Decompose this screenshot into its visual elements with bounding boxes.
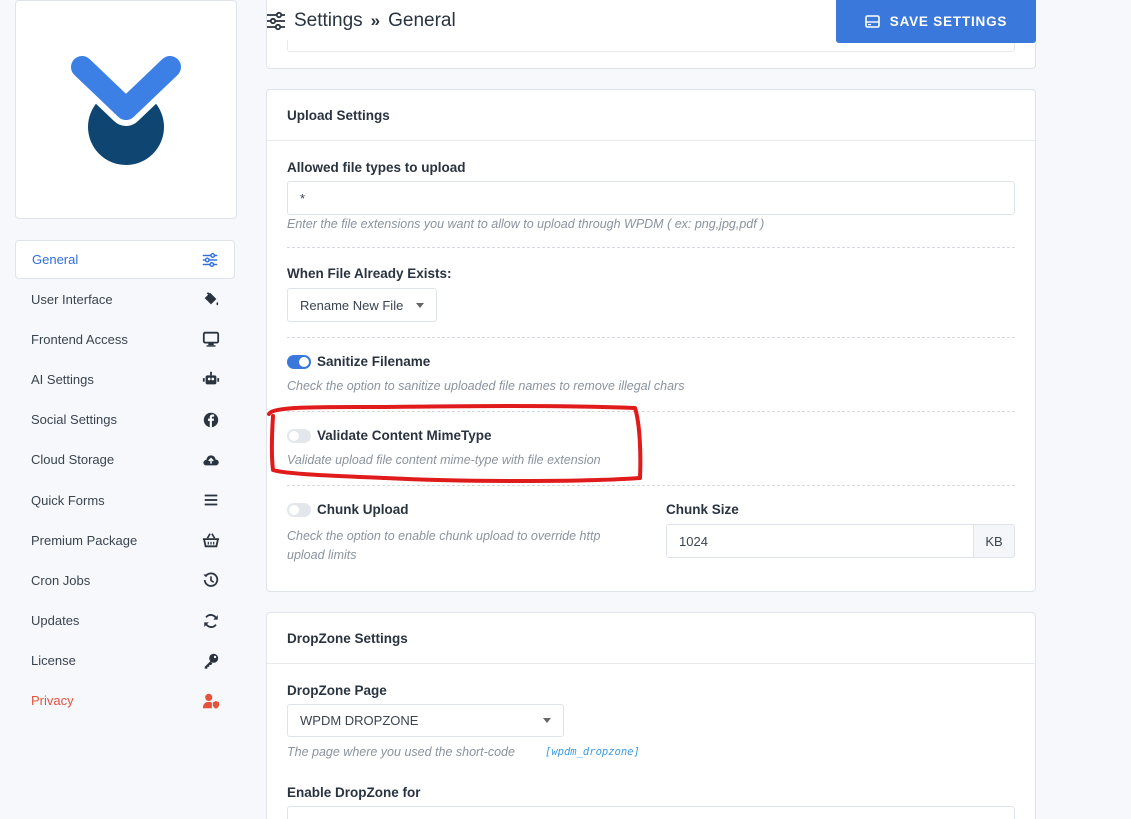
- sidebar-item-cloud-storage[interactable]: Cloud Storage: [15, 440, 235, 480]
- dropzone-settings-card: DropZone Settings DropZone Page WPDM DRO…: [266, 612, 1036, 819]
- breadcrumb-current: General: [388, 10, 456, 31]
- sidebar-item-privacy[interactable]: Privacy: [15, 681, 235, 721]
- dropzone-settings-title: DropZone Settings: [267, 613, 1035, 664]
- sidebar-item-label: Cloud Storage: [31, 452, 115, 468]
- user-shield-icon: [201, 691, 221, 711]
- caret-down-icon: [543, 718, 551, 723]
- sliders-icon: [267, 11, 285, 31]
- chunk-size-input[interactable]: 1024: [666, 524, 974, 558]
- dropzone-page-label: DropZone Page: [287, 683, 387, 698]
- sidebar-item-label: Cron Jobs: [31, 572, 91, 588]
- wpdm-logo: [66, 50, 187, 165]
- chunk-size-unit-label: KB: [985, 533, 1003, 549]
- file-exists-select[interactable]: Rename New File: [287, 288, 437, 322]
- paint-bucket-icon: [201, 289, 221, 309]
- chunk-size-value: 1024: [679, 533, 708, 549]
- sidebar-item-ai-settings[interactable]: AI Settings: [15, 359, 235, 399]
- section-divider: [287, 485, 1015, 486]
- section-divider: [287, 337, 1015, 338]
- sidebar-item-cron-jobs[interactable]: Cron Jobs: [15, 560, 235, 600]
- validate-mimetype-label: Validate Content MimeType: [317, 428, 492, 443]
- dropzone-page-help: The page where you used the short-code: [287, 745, 515, 759]
- upload-settings-card: Upload Settings Allowed file types to up…: [266, 89, 1036, 592]
- history-icon: [201, 570, 221, 590]
- allowed-file-types-input[interactable]: *: [287, 181, 1015, 215]
- allowed-file-types-value: *: [300, 190, 306, 206]
- chunk-size-label: Chunk Size: [666, 502, 739, 517]
- upload-settings-title: Upload Settings: [267, 90, 1035, 141]
- robot-icon: [201, 369, 221, 389]
- sidebar-item-label: Updates: [31, 613, 80, 629]
- double-chevron-right-icon: »: [370, 11, 381, 30]
- enable-dropzone-label: Enable DropZone for: [287, 785, 421, 800]
- sidebar-item-social-settings[interactable]: Social Settings: [15, 400, 235, 440]
- cloud-upload-icon: [201, 450, 221, 470]
- save-settings-button[interactable]: SAVE SETTINGS: [836, 0, 1036, 43]
- section-divider: [287, 411, 1015, 412]
- sidebar-item-label: Premium Package: [31, 532, 138, 548]
- list-icon: [201, 490, 221, 510]
- basket-icon: [201, 530, 221, 550]
- dropzone-page-select[interactable]: WPDM DROPZONE: [287, 704, 564, 737]
- dropzone-shortcode: [wpdm_dropzone]: [545, 746, 640, 758]
- chunk-upload-help: Check the option to enable chunk upload …: [287, 529, 601, 562]
- sidebar-item-label: License: [31, 653, 76, 669]
- sidebar-item-label: User Interface: [31, 291, 113, 307]
- page-title: Settings » General: [266, 10, 456, 32]
- allowed-file-types-help: Enter the file extensions you want to al…: [287, 217, 765, 231]
- logo-card: [15, 0, 237, 219]
- dropzone-page-value: WPDM DROPZONE: [300, 713, 419, 728]
- sidebar-item-label: Frontend Access: [31, 331, 128, 347]
- sidebar-item-label: Quick Forms: [31, 492, 105, 508]
- sidebar-item-user-interface[interactable]: User Interface: [15, 279, 235, 319]
- sidebar-item-quick-forms[interactable]: Quick Forms: [15, 480, 235, 520]
- sidebar-item-label: AI Settings: [31, 371, 94, 387]
- chunk-upload-label: Chunk Upload: [317, 502, 409, 517]
- caret-down-icon: [416, 302, 424, 308]
- save-settings-label: SAVE SETTINGS: [889, 14, 1008, 29]
- save-icon: [864, 15, 880, 28]
- sidebar-item-general[interactable]: General: [15, 240, 235, 279]
- settings-nav: General User Interface Frontend Access A…: [15, 240, 235, 721]
- sync-icon: [201, 611, 221, 631]
- validate-mimetype-help: Validate upload file content mime-type w…: [287, 453, 601, 467]
- sidebar-item-label: Privacy: [31, 693, 74, 709]
- sidebar-item-label: General: [32, 252, 79, 267]
- sidebar-item-premium-package[interactable]: Premium Package: [15, 520, 235, 560]
- sidebar-item-frontend-access[interactable]: Frontend Access: [15, 319, 235, 359]
- file-exists-label: When File Already Exists:: [287, 266, 452, 281]
- file-exists-value: Rename New File: [300, 297, 404, 313]
- sliders-icon: [200, 250, 220, 270]
- sanitize-filename-toggle[interactable]: [287, 355, 311, 369]
- sanitize-filename-label: Sanitize Filename: [317, 354, 431, 369]
- key-icon: [201, 651, 221, 671]
- enable-dropzone-roles-input[interactable]: [287, 806, 1015, 819]
- section-divider: [287, 247, 1015, 248]
- chunk-size-unit: KB: [973, 524, 1015, 558]
- monitor-icon: [201, 329, 221, 349]
- sidebar-item-license[interactable]: License: [15, 641, 235, 681]
- validate-mimetype-toggle[interactable]: [287, 429, 311, 443]
- breadcrumb-root: Settings: [294, 10, 363, 31]
- chunk-upload-toggle[interactable]: [287, 503, 311, 517]
- sidebar-item-updates[interactable]: Updates: [15, 601, 235, 641]
- allowed-file-types-label: Allowed file types to upload: [287, 160, 466, 175]
- sanitize-filename-help: Check the option to sanitize uploaded fi…: [287, 379, 685, 393]
- facebook-icon: [201, 410, 221, 430]
- sidebar-item-label: Social Settings: [31, 412, 117, 428]
